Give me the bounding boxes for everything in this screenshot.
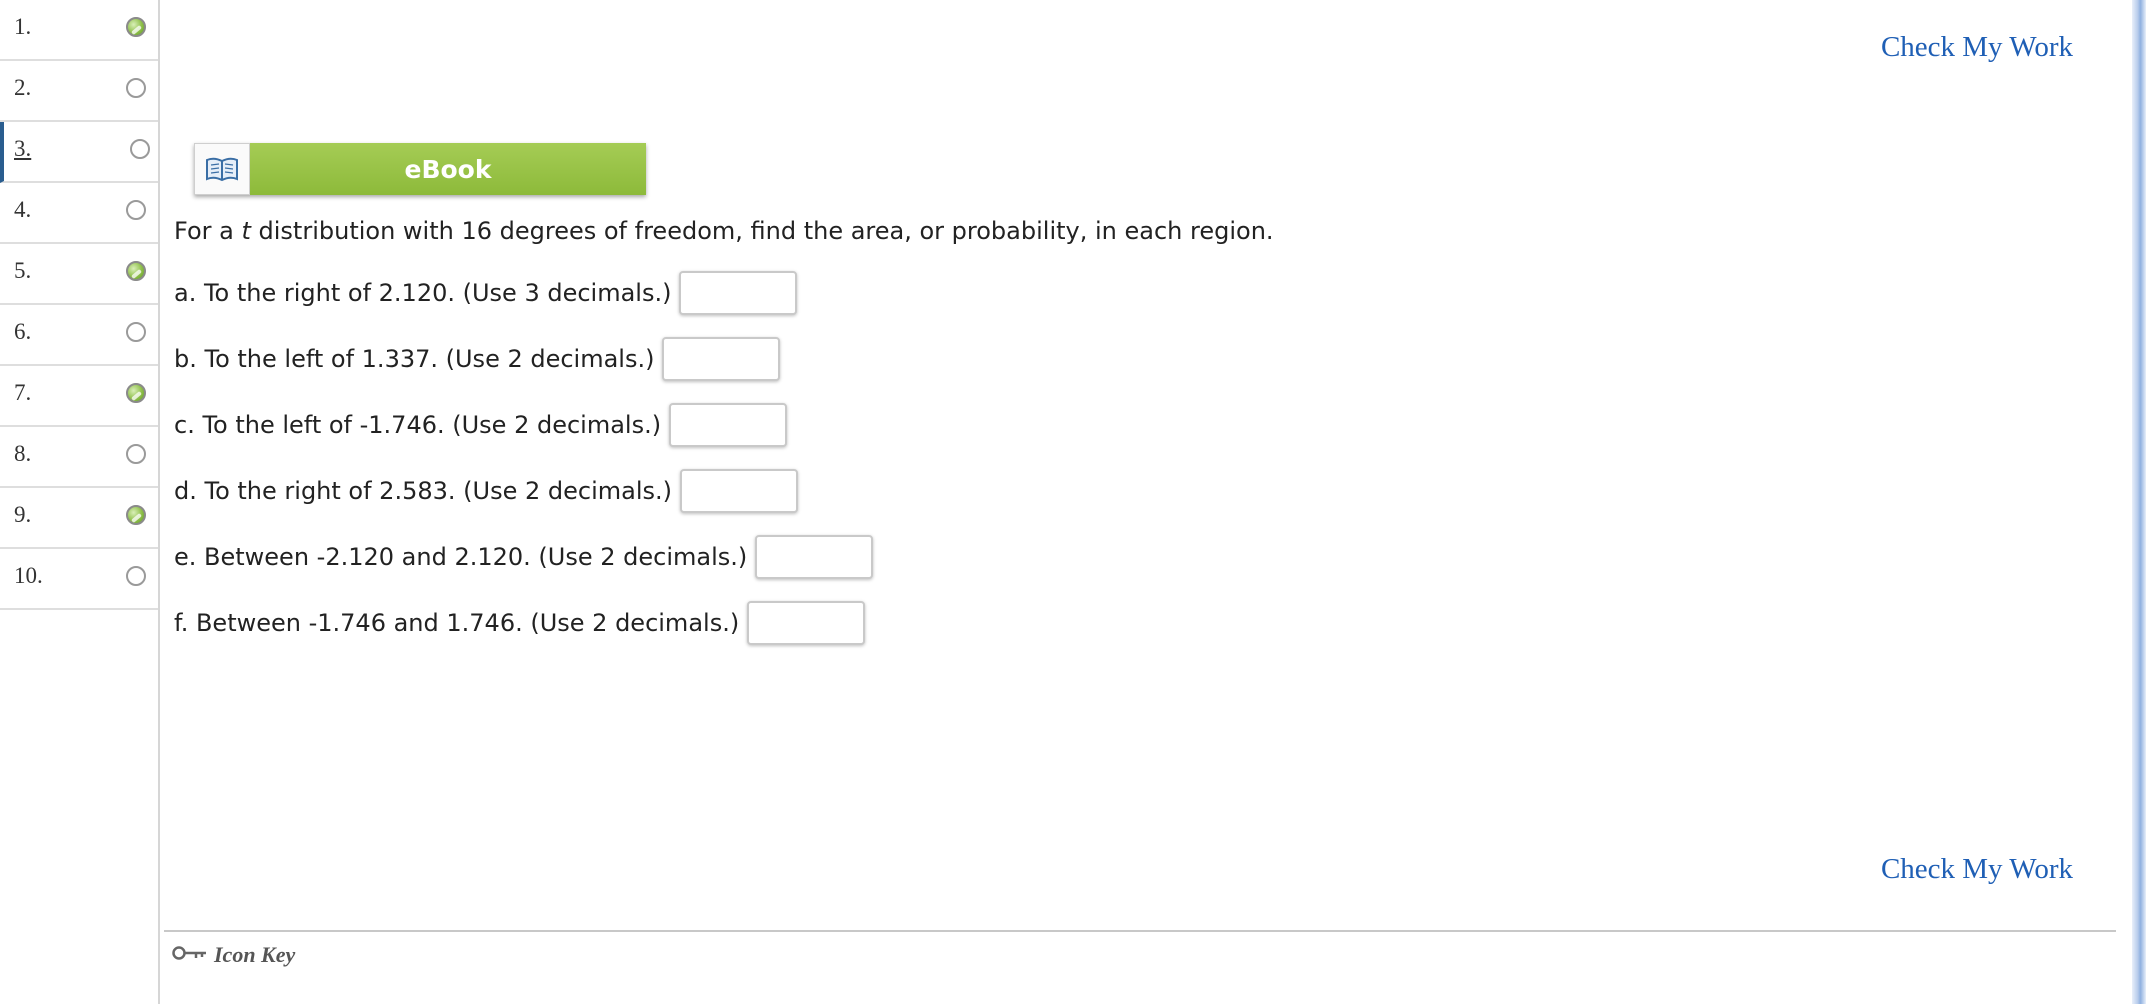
part-c: c. To the left of -1.746. (Use 2 decimal… xyxy=(174,403,788,447)
icon-key-label: Icon Key xyxy=(214,942,296,967)
check-my-work-link-bottom[interactable]: Check My Work xyxy=(1881,853,2073,886)
window-edge-scrollbar[interactable] xyxy=(2132,0,2146,1004)
footer-divider xyxy=(164,930,2116,932)
question-nav-item-1[interactable]: 1. xyxy=(0,0,158,61)
completed-status-icon xyxy=(126,17,146,37)
question-number: 7. xyxy=(14,380,32,405)
question-number: 5. xyxy=(14,258,32,283)
part-e-label: e. Between -2.120 and 2.120. (Use 2 deci… xyxy=(174,543,748,571)
part-b-label: b. To the left of 1.337. (Use 2 decimals… xyxy=(174,345,655,373)
incomplete-status-icon xyxy=(126,444,146,464)
ebook-label: eBook xyxy=(250,143,646,195)
ebook-button[interactable]: eBook xyxy=(194,143,646,195)
question-number: 8. xyxy=(14,441,32,466)
incomplete-status-icon xyxy=(130,139,150,159)
incomplete-status-icon xyxy=(126,78,146,98)
question-nav-item-9[interactable]: 9. xyxy=(0,488,158,549)
question-number: 3. xyxy=(14,136,32,161)
question-number: 6. xyxy=(14,319,32,344)
question-nav-item-2[interactable]: 2. xyxy=(0,61,158,122)
incomplete-status-icon xyxy=(126,566,146,586)
question-navigation: 1. 2. 3. 4. 5. 6. 7. 8. 9. 10. xyxy=(0,0,160,1004)
question-nav-item-8[interactable]: 8. xyxy=(0,427,158,488)
key-icon xyxy=(172,943,208,967)
part-f-answer-input[interactable] xyxy=(747,601,866,645)
part-f-label: f. Between -1.746 and 1.746. (Use 2 deci… xyxy=(174,609,740,637)
check-my-work-link-top[interactable]: Check My Work xyxy=(1881,31,2073,64)
part-e-answer-input[interactable] xyxy=(755,535,874,579)
question-prompt: For a t distribution with 16 degrees of … xyxy=(174,217,1274,245)
part-b: b. To the left of 1.337. (Use 2 decimals… xyxy=(174,337,781,381)
completed-status-icon xyxy=(126,383,146,403)
part-c-answer-input[interactable] xyxy=(669,403,788,447)
part-c-label: c. To the left of -1.746. (Use 2 decimal… xyxy=(174,411,662,439)
part-a: a. To the right of 2.120. (Use 3 decimal… xyxy=(174,271,798,315)
part-b-answer-input[interactable] xyxy=(662,337,781,381)
question-number: 2. xyxy=(14,75,32,100)
icon-key-link[interactable]: Icon Key xyxy=(172,942,295,968)
part-d-answer-input[interactable] xyxy=(680,469,798,513)
completed-status-icon xyxy=(126,505,146,525)
question-number: 9. xyxy=(14,502,32,527)
part-f: f. Between -1.746 and 1.746. (Use 2 deci… xyxy=(174,601,866,645)
question-number: 10. xyxy=(14,563,43,588)
question-nav-item-7[interactable]: 7. xyxy=(0,366,158,427)
part-e: e. Between -2.120 and 2.120. (Use 2 deci… xyxy=(174,535,874,579)
question-number: 1. xyxy=(14,14,32,39)
part-d: d. To the right of 2.583. (Use 2 decimal… xyxy=(174,469,798,513)
question-nav-item-5[interactable]: 5. xyxy=(0,244,158,305)
question-nav-item-10[interactable]: 10. xyxy=(0,549,158,610)
part-d-label: d. To the right of 2.583. (Use 2 decimal… xyxy=(174,477,672,505)
question-content: Check My Work eBook For a t distribution… xyxy=(160,0,2130,1004)
prompt-text-before: For a xyxy=(174,217,242,245)
prompt-text-after: distribution with 16 degrees of freedom,… xyxy=(250,217,1274,245)
question-nav-item-6[interactable]: 6. xyxy=(0,305,158,366)
incomplete-status-icon xyxy=(126,200,146,220)
question-number: 4. xyxy=(14,197,32,222)
question-nav-item-3[interactable]: 3. xyxy=(0,122,158,183)
completed-status-icon xyxy=(126,261,146,281)
prompt-t-variable: t xyxy=(241,217,251,245)
incomplete-status-icon xyxy=(126,322,146,342)
part-a-label: a. To the right of 2.120. (Use 3 decimal… xyxy=(174,279,672,307)
book-icon xyxy=(194,143,250,195)
question-nav-item-4[interactable]: 4. xyxy=(0,183,158,244)
part-a-answer-input[interactable] xyxy=(679,271,798,315)
